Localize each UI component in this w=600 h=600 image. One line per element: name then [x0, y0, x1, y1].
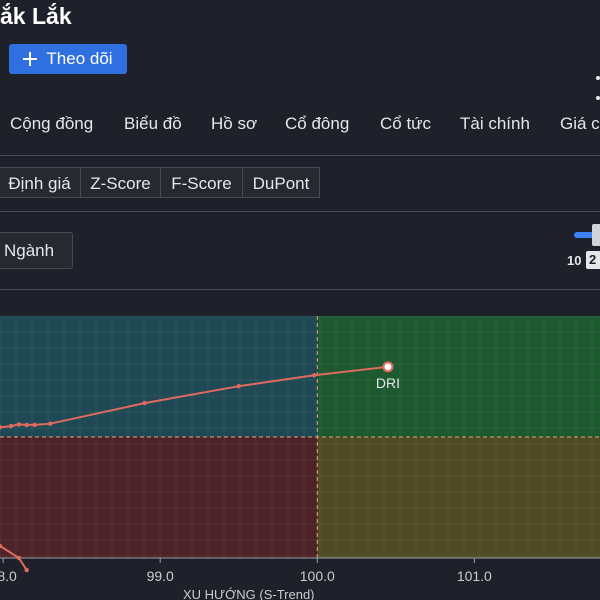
overflow-dot-icon-2 [596, 96, 600, 100]
series-point [142, 400, 147, 406]
x-axis-title: XU HƯỚNG (S-Trend) [183, 587, 315, 600]
page-title: ắk Lắk [0, 3, 72, 29]
series-point [16, 422, 22, 427]
tab-dupont[interactable]: DuPont [242, 167, 320, 198]
nav-item-price[interactable]: Giá c [560, 108, 600, 140]
x-tick-label: 101.0 [457, 568, 492, 584]
series-point [24, 567, 29, 573]
follow-button-label: Theo dõi [46, 49, 113, 68]
x-tick-label: 98.0 [0, 568, 17, 584]
series-point [8, 423, 14, 429]
quadrant-chart: 98.0 99.0 100.0 101.0 XU HƯỚNG (S-Trend) DRI [0, 316, 600, 600]
nav-item-profile[interactable]: Hồ sơ [211, 108, 257, 140]
main-nav: Cộng đồng Biểu đồ Hồ sơ Cổ đông Cổ tức T… [0, 108, 600, 140]
series-point [311, 373, 317, 378]
plus-icon [23, 52, 38, 66]
range-slider-handle[interactable] [592, 224, 600, 246]
series-label: DRI [376, 375, 400, 391]
tabs-divider [0, 211, 600, 212]
slider-min-value: 10 [567, 253, 582, 268]
nav-item-finance[interactable]: Tài chính [460, 108, 530, 140]
tab-valuation[interactable]: Định giá [0, 167, 81, 198]
series-point [24, 422, 29, 428]
industry-button[interactable]: Ngành [0, 232, 73, 269]
tab-z-score[interactable]: Z-Score [80, 167, 161, 198]
tab-f-score[interactable]: F-Score [160, 167, 243, 198]
follow-button[interactable]: Theo dõi [9, 44, 127, 74]
series-point [16, 555, 22, 561]
series-endpoint [382, 361, 394, 373]
slider-max-value: 2 [586, 251, 600, 269]
series-point [32, 422, 37, 428]
series-point [48, 421, 53, 426]
series-point [236, 383, 241, 389]
x-tick-label: 99.0 [147, 568, 174, 584]
nav-item-shareholders[interactable]: Cổ đông [285, 108, 349, 140]
filter-divider [0, 289, 600, 290]
nav-divider [0, 155, 600, 156]
nav-item-dividends[interactable]: Cổ tức [380, 108, 431, 140]
x-tick-label: 100.0 [300, 568, 335, 584]
nav-item-chart[interactable]: Biểu đồ [124, 108, 182, 140]
quadrant-top-right [317, 316, 600, 437]
overflow-dot-icon [596, 76, 600, 80]
nav-item-community[interactable]: Cộng đồng [10, 108, 93, 140]
